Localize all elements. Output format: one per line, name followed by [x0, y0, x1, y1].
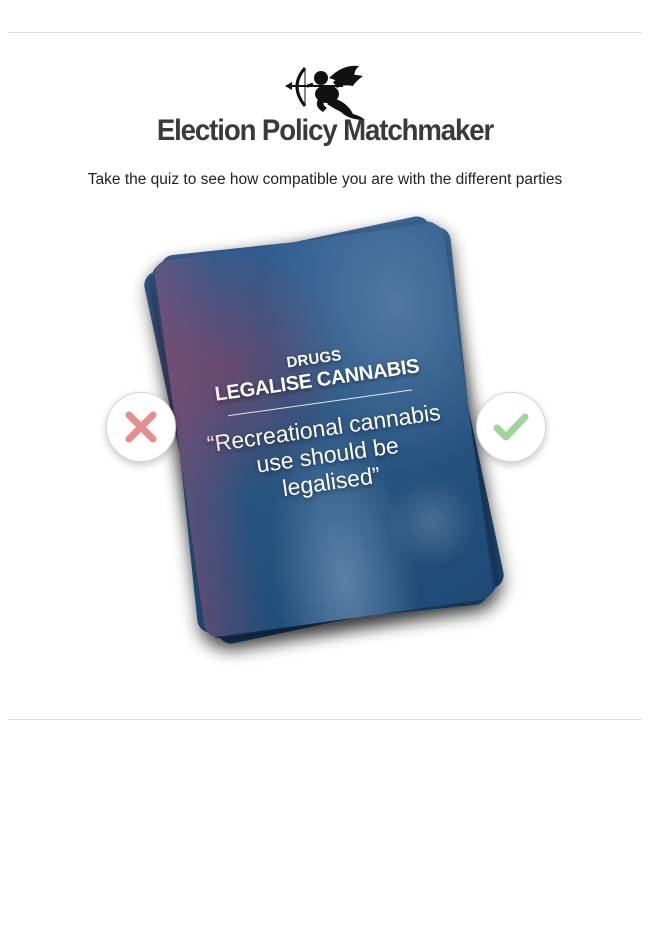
cupid-icon: [285, 65, 365, 120]
policy-category: DRUGS: [285, 346, 343, 372]
policy-heading: LEGALISE CANNABIS: [213, 355, 421, 406]
cross-icon: [125, 411, 157, 443]
quiz-page: Election Policy Matchmaker Take the quiz…: [0, 0, 650, 940]
page-subtitle: Take the quiz to see how compatible you …: [87, 171, 563, 188]
card-deck: DRUGS LEGALISE CANNABIS “Recreational ca…: [141, 213, 507, 648]
agree-button[interactable]: [476, 392, 546, 462]
policy-card-text: DRUGS LEGALISE CANNABIS “Recreational ca…: [168, 330, 477, 515]
policy-statement: “Recreational cannabis use should be leg…: [205, 398, 443, 502]
page-title: Election Policy Matchmaker: [156, 114, 494, 147]
bottom-divider: [8, 719, 642, 720]
disagree-button[interactable]: [106, 392, 176, 462]
top-divider: [8, 32, 642, 33]
card-divider: [228, 389, 413, 417]
check-icon: [493, 413, 529, 441]
policy-card[interactable]: DRUGS LEGALISE CANNABIS “Recreational ca…: [152, 221, 496, 639]
